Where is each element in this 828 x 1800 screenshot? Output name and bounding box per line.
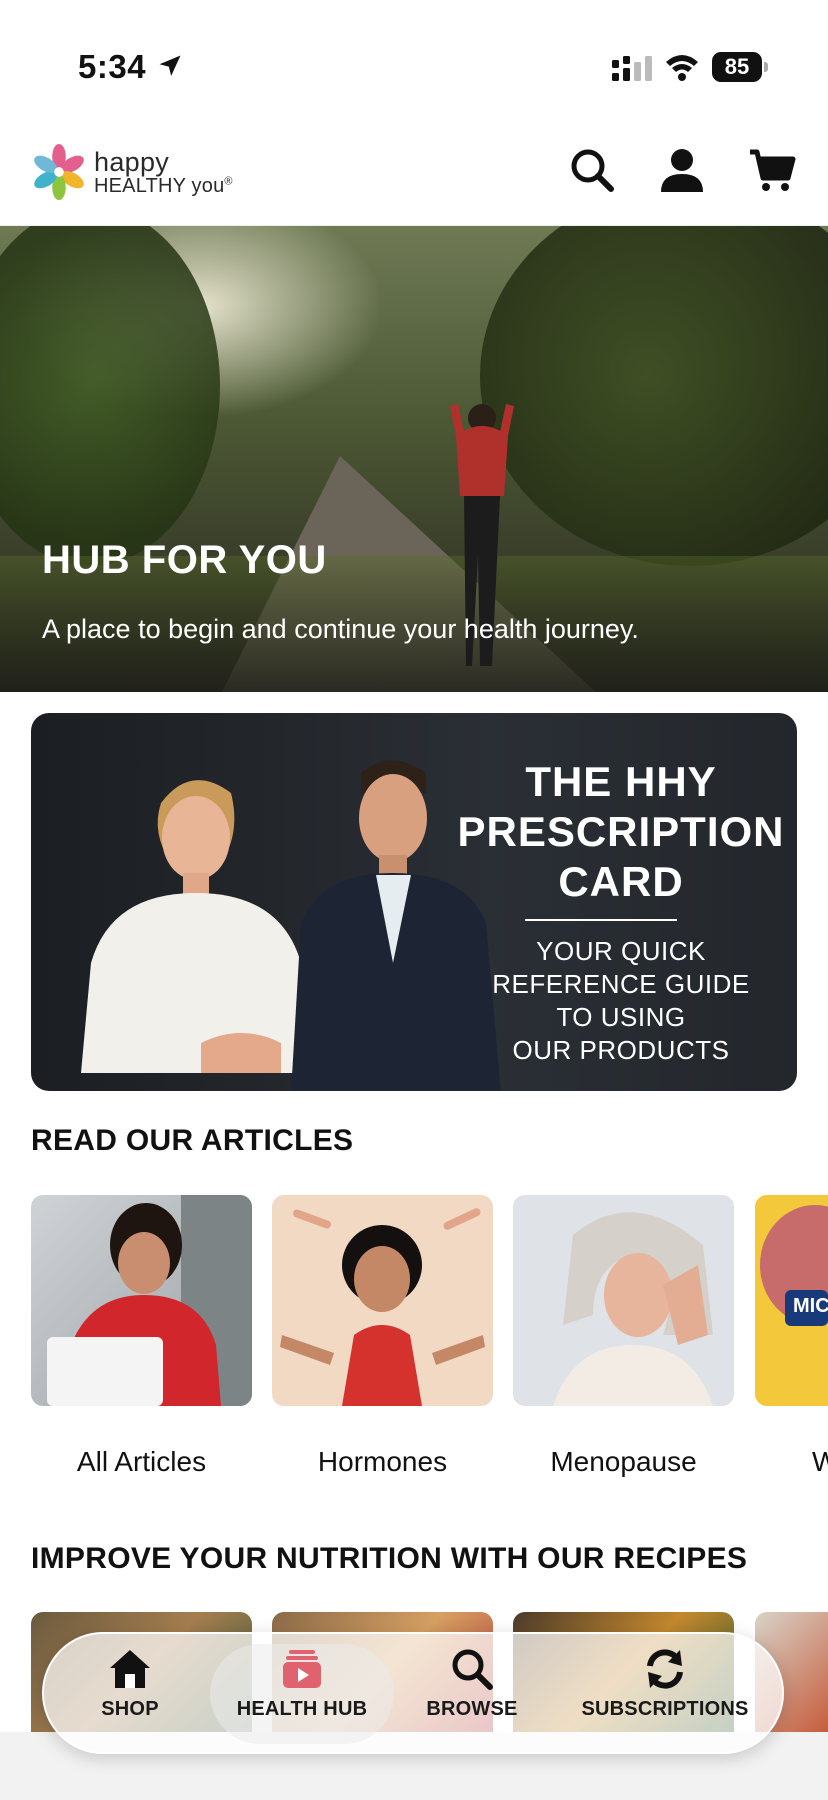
bottom-navigation: SHOP HEALTH HUB BROWSE SUBSCRIPTIONS <box>42 1632 784 1754</box>
logo-text-healthy-you: HEALTHY you <box>94 174 225 197</box>
card-divider <box>525 919 677 921</box>
battery-level: 85 <box>712 52 762 82</box>
wifi-icon <box>666 55 698 81</box>
article-label-menopause[interactable]: Menopause <box>513 1446 734 1478</box>
article-tile-hormones[interactable] <box>272 1195 493 1406</box>
location-arrow-icon <box>159 55 181 76</box>
cart-icon[interactable] <box>748 146 796 194</box>
article-image-woman-headache <box>553 1212 713 1406</box>
logo-text-happy: happy <box>94 146 170 177</box>
article-tile-menopause[interactable] <box>513 1195 734 1406</box>
flower-logo-icon <box>34 143 84 201</box>
app-header: happy HEALTHY you® <box>0 120 828 226</box>
health-hub-play-icon <box>283 1650 321 1688</box>
article-label-hormones[interactable]: Hormones <box>272 1446 493 1478</box>
card-subtitle: YOUR QUICK REFERENCE GUIDE TO USING OUR … <box>492 936 750 1065</box>
search-icon[interactable] <box>568 146 616 194</box>
account-icon[interactable] <box>658 146 706 194</box>
article-tile-all-articles[interactable] <box>31 1195 252 1406</box>
hero-banner[interactable]: HUB FOR YOU A place to begin and continu… <box>0 226 828 692</box>
article-image-woman-pills <box>280 1208 485 1406</box>
nav-label-shop: SHOP <box>101 1698 159 1720</box>
nav-label-browse: BROWSE <box>426 1698 518 1720</box>
card-title: THE HHY PRESCRIPTION CARD <box>457 758 785 905</box>
article-tile-partial-text: MIC <box>793 1295 828 1317</box>
article-label-all-articles[interactable]: All Articles <box>31 1446 252 1478</box>
nav-item-browse[interactable]: BROWSE <box>422 1646 522 1746</box>
nav-label-health-hub: HEALTH HUB <box>236 1698 368 1720</box>
nav-item-shop[interactable]: SHOP <box>90 1646 170 1746</box>
hero-title: HUB FOR YOU <box>42 538 327 582</box>
status-bar: 5:34 85 <box>0 0 828 120</box>
cellular-signal-icon <box>612 56 652 81</box>
article-image-woman-laptop <box>47 1195 252 1406</box>
nav-label-subscriptions: SUBSCRIPTIONS <box>581 1698 749 1720</box>
hero-person-image <box>450 404 514 666</box>
status-time: 5:34 <box>78 48 147 85</box>
search-icon <box>452 1649 493 1690</box>
recipes-heading: IMPROVE YOUR NUTRITION WITH OUR RECIPES <box>31 1542 748 1575</box>
brand-logo[interactable]: happy HEALTHY you® <box>30 142 233 202</box>
logo-registered-mark: ® <box>224 174 233 187</box>
nav-item-subscriptions[interactable]: SUBSCRIPTIONS <box>580 1646 750 1746</box>
article-tile-partial[interactable]: MIC <box>755 1195 828 1406</box>
hero-subtitle: A place to begin and continue your healt… <box>42 614 639 644</box>
prescription-card-banner[interactable]: THE HHY PRESCRIPTION CARD YOUR QUICK REF… <box>31 713 797 1091</box>
refresh-icon <box>647 1649 683 1689</box>
battery-icon: 85 <box>712 52 768 82</box>
nav-item-health-hub[interactable]: HEALTH HUB <box>210 1646 394 1746</box>
articles-heading: READ OUR ARTICLES <box>31 1124 354 1157</box>
article-label-partial[interactable]: W <box>812 1446 828 1478</box>
home-icon <box>110 1650 150 1688</box>
